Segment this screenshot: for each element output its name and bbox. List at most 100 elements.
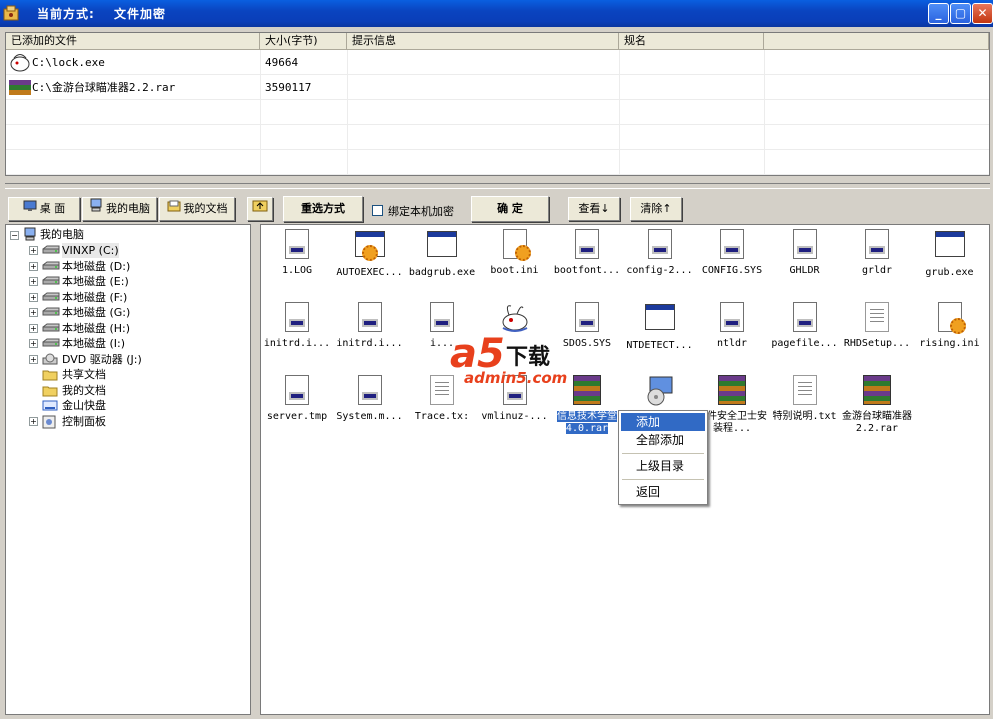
table-row bbox=[6, 151, 989, 175]
file-item[interactable]: config-2... bbox=[624, 229, 696, 277]
tree-node[interactable]: 本地磁盘 (I:) bbox=[62, 336, 125, 351]
tree-node[interactable]: VINXP (C:) bbox=[62, 243, 119, 258]
confirm-button[interactable]: 确 定 bbox=[471, 196, 549, 222]
lock-exe-icon bbox=[8, 53, 32, 76]
horizontal-splitter[interactable] bbox=[5, 183, 990, 189]
expand-toggle[interactable]: + bbox=[29, 354, 38, 364]
file-item-label: AUTOEXEC... bbox=[336, 267, 403, 278]
drive-icon bbox=[42, 291, 60, 306]
expand-toggle[interactable]: + bbox=[29, 323, 38, 333]
tree-node[interactable]: 我的文档 bbox=[62, 383, 106, 398]
tree-node[interactable]: 本地磁盘 (E:) bbox=[62, 274, 129, 289]
tree-node[interactable]: 共享文档 bbox=[62, 367, 106, 382]
document-icon bbox=[716, 229, 748, 261]
file-item[interactable]: AUTOEXEC... bbox=[334, 229, 406, 279]
bind-machine-checkbox[interactable] bbox=[372, 205, 383, 216]
file-item[interactable]: 金游台球瞄准器2.2.rar bbox=[841, 375, 913, 435]
col-header-hint[interactable]: 提示信息 bbox=[347, 33, 619, 50]
col-header-rule[interactable]: 规名 bbox=[619, 33, 764, 50]
tree-node[interactable]: 本地磁盘 (H:) bbox=[62, 321, 130, 336]
dvd-drive-icon bbox=[42, 353, 58, 369]
batch-file-icon bbox=[354, 231, 386, 263]
cloud-disk-icon bbox=[42, 399, 58, 415]
application-icon bbox=[934, 231, 966, 263]
expand-toggle[interactable]: + bbox=[29, 246, 38, 255]
tree-node[interactable]: 本地磁盘 (F:) bbox=[62, 290, 127, 305]
col-header-empty bbox=[764, 33, 989, 50]
file-item-label: boot.ini bbox=[490, 265, 539, 276]
view-button[interactable]: 查看↓ bbox=[568, 197, 620, 221]
menu-item-back[interactable]: 返回 bbox=[621, 483, 705, 501]
file-item[interactable]: 特别说明.txt bbox=[769, 375, 841, 423]
table-row[interactable]: C:\lock.exe 49664 bbox=[6, 51, 989, 75]
file-item-label: pagefile... bbox=[771, 338, 838, 349]
file-item[interactable]: rising.ini bbox=[914, 302, 986, 350]
up-folder-button[interactable] bbox=[247, 197, 273, 221]
file-path: C:\金游台球瞄准器2.2.rar bbox=[32, 81, 176, 94]
expand-toggle[interactable]: + bbox=[29, 308, 38, 317]
file-item[interactable]: grldr bbox=[841, 229, 913, 277]
file-item[interactable]: boot.ini bbox=[479, 229, 551, 277]
file-item[interactable]: ntldr bbox=[696, 302, 768, 350]
document-icon bbox=[354, 375, 386, 407]
table-row[interactable]: C:\金游台球瞄准器2.2.rar 3590117 bbox=[6, 76, 989, 100]
file-item[interactable]: GHLDR bbox=[769, 229, 841, 277]
file-item[interactable]: grub.exe bbox=[914, 229, 986, 279]
file-item[interactable]: 1.LOG bbox=[261, 229, 333, 277]
reselect-mode-button[interactable]: 重选方式 bbox=[283, 196, 363, 222]
file-item[interactable]: pagefile... bbox=[769, 302, 841, 350]
expand-toggle[interactable]: + bbox=[29, 277, 38, 286]
file-item[interactable]: initrd.i... bbox=[334, 302, 406, 350]
my-computer-button[interactable]: 我的电脑 bbox=[82, 197, 157, 221]
desktop-button[interactable]: 桌 面 bbox=[8, 197, 80, 221]
document-icon bbox=[571, 302, 603, 334]
vertical-splitter[interactable] bbox=[253, 224, 258, 715]
tree-root-my-computer[interactable]: 我的电脑 bbox=[40, 227, 84, 242]
table-row bbox=[6, 101, 989, 125]
file-item[interactable]: initrd.i... bbox=[261, 302, 333, 350]
document-icon bbox=[644, 229, 676, 261]
rar-archive-icon bbox=[861, 375, 893, 407]
maximize-button[interactable]: ▢ bbox=[950, 3, 971, 24]
expand-toggle[interactable]: + bbox=[29, 416, 38, 426]
context-menu[interactable]: 添加 全部添加 上级目录 返回 bbox=[618, 410, 708, 505]
computer-icon bbox=[89, 198, 103, 220]
tree-node[interactable]: 本地磁盘 (D:) bbox=[62, 259, 130, 274]
file-item[interactable]: System.m... bbox=[334, 375, 406, 423]
col-header-size[interactable]: 大小(字节) bbox=[260, 33, 347, 50]
file-item[interactable]: bootfont... bbox=[551, 229, 623, 277]
computer-icon bbox=[23, 227, 37, 244]
file-item-label: 1.LOG bbox=[281, 265, 313, 276]
expand-toggle[interactable]: + bbox=[29, 292, 38, 302]
menu-item-add-all[interactable]: 全部添加 bbox=[621, 431, 705, 449]
rar-archive-icon bbox=[8, 79, 32, 100]
document-icon bbox=[281, 229, 313, 261]
collapse-toggle[interactable]: − bbox=[10, 231, 19, 240]
file-item[interactable]: NTDETECT... bbox=[624, 302, 696, 352]
file-item[interactable]: CONFIG.SYS bbox=[696, 229, 768, 277]
expand-toggle[interactable]: + bbox=[29, 339, 38, 348]
close-button[interactable]: ✕ bbox=[972, 3, 993, 24]
drive-icon bbox=[42, 306, 60, 321]
tree-node[interactable]: DVD 驱动器 (J:) bbox=[62, 352, 142, 367]
menu-item-parent-dir[interactable]: 上级目录 bbox=[621, 457, 705, 475]
tree-node[interactable]: 本地磁盘 (G:) bbox=[62, 305, 130, 320]
tree-node[interactable]: 控制面板 bbox=[62, 414, 106, 429]
tree-node[interactable]: 金山快盘 bbox=[62, 398, 106, 413]
col-header-file[interactable]: 已添加的文件 bbox=[6, 33, 260, 50]
expand-toggle[interactable]: + bbox=[29, 261, 38, 271]
file-item[interactable] bbox=[624, 375, 696, 411]
file-item[interactable]: RHDSetup... bbox=[841, 302, 913, 350]
menu-item-add[interactable]: 添加 bbox=[621, 413, 705, 431]
clear-button[interactable]: 清除↑ bbox=[630, 197, 682, 221]
my-documents-button[interactable]: 我的文档 bbox=[159, 197, 235, 221]
minimize-button[interactable]: _ bbox=[928, 3, 949, 24]
file-item[interactable]: badgrub.exe bbox=[406, 229, 478, 279]
file-item-label: badgrub.exe bbox=[408, 267, 476, 278]
folder-tree[interactable]: − 我的电脑 + VINXP (C:) + 本地磁盘 (D:) + 本地磁盘 (E:) + 本… bbox=[5, 224, 251, 715]
menu-separator bbox=[622, 479, 704, 480]
file-item[interactable]: server.tmp bbox=[261, 375, 333, 423]
title-bar[interactable]: 当前方式: 文件加密 _ ▢ ✕ bbox=[0, 0, 993, 27]
file-item-label: ntldr bbox=[716, 338, 748, 349]
added-files-list[interactable]: 已添加的文件 大小(字节) 提示信息 规名 C:\lock.exe 49664 … bbox=[5, 32, 990, 176]
